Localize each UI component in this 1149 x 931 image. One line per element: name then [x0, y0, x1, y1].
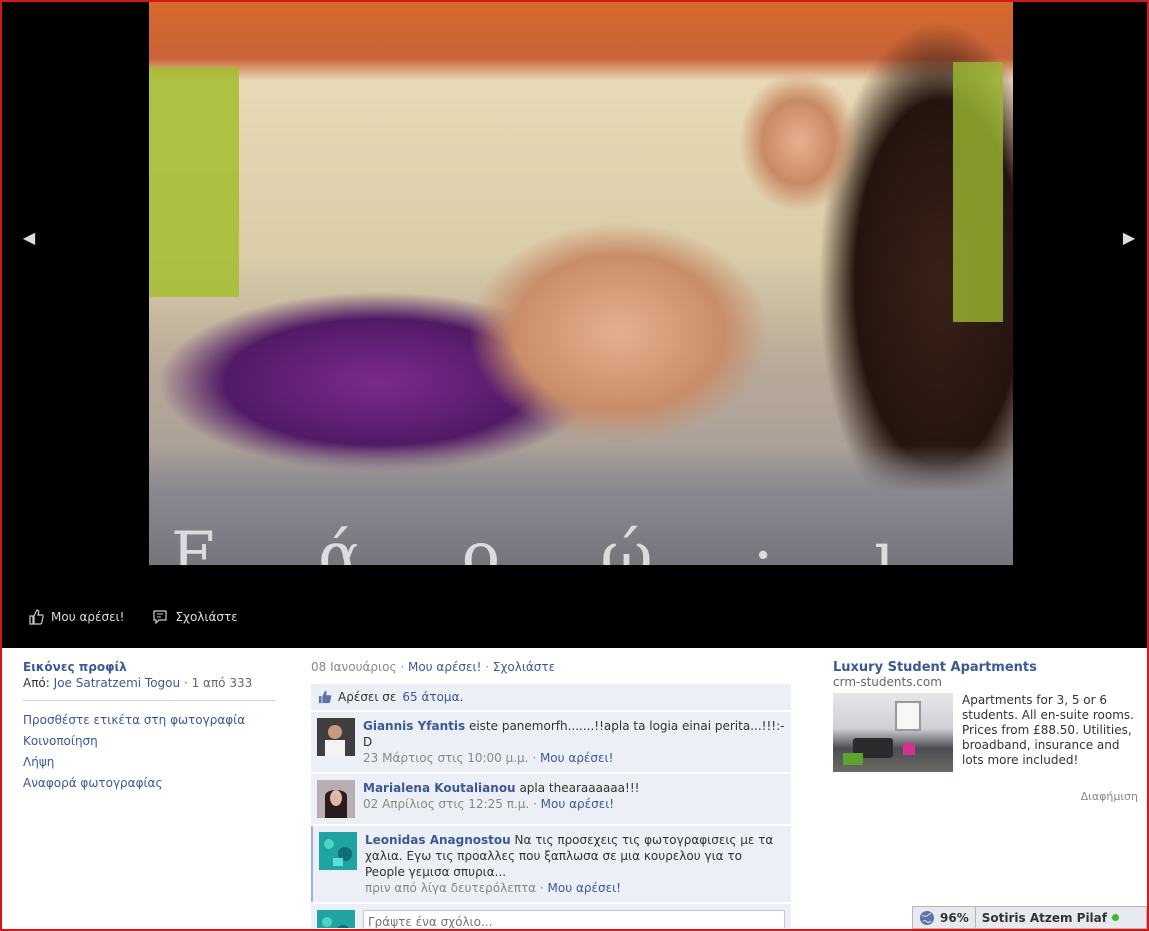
- from-label: Από:: [23, 676, 50, 690]
- chat-user[interactable]: Sotiris Atzem Pilaf: [976, 907, 1125, 928]
- likes-summary: Αρέσει σε 65 άτομα.: [311, 684, 791, 710]
- ad-domain: crm-students.com: [833, 675, 942, 689]
- photo-actions-list: Προσθέστε ετικέτα στη φωτογραφία Κοινοπο…: [23, 713, 275, 790]
- likes-prefix: Αρέσει σε: [338, 690, 397, 704]
- comment-bubble-icon: [153, 610, 168, 625]
- like-photo-button[interactable]: Μου αρέσει!: [28, 609, 124, 625]
- photo-meta-line: 08 Ιανουάριος · Μου αρέσει! · Σχολιάστε: [311, 660, 556, 674]
- comment-like-link[interactable]: Μου αρέσει!: [541, 797, 614, 811]
- comment-time: 23 Μάρτιος στις 10:00 μ.μ.: [363, 751, 529, 765]
- online-status-icon: [1112, 914, 1119, 921]
- comment-time: 02 Απρίλιος στις 12:25 π.μ.: [363, 797, 530, 811]
- ad-body[interactable]: Apartments for 3, 5 or 6 students. All e…: [833, 693, 1138, 772]
- ad-column: Luxury Student Apartments crm-students.c…: [833, 660, 1138, 803]
- photo[interactable]: Ε ά ο ώ · ι: [149, 2, 1013, 565]
- album-title-link[interactable]: Εικόνες προφίλ: [23, 660, 275, 674]
- comment-author-link[interactable]: Leonidas Anagnostou: [365, 833, 511, 847]
- thumbs-up-icon: [318, 690, 332, 704]
- ad-image-rug: [843, 753, 863, 765]
- photo-date: 08 Ιανουάριος: [311, 660, 397, 674]
- comment-like-link[interactable]: Μου αρέσει!: [548, 881, 621, 895]
- photo-viewer: Ε ά ο ώ · ι ◀ ▶ Μου αρέσει! Σχολιάστε: [2, 2, 1147, 648]
- comment-item: Giannis Yfantis eiste panemorfh.......!!…: [311, 712, 791, 772]
- feedback-column: 08 Ιανουάριος · Μου αρέσει! · Σχολιάστε …: [311, 660, 791, 928]
- comment-text: apla thearaaaaaa!!!: [519, 781, 640, 795]
- comment-input[interactable]: [363, 910, 785, 928]
- next-photo-arrow-icon[interactable]: ▶: [1119, 228, 1139, 248]
- network-status[interactable]: 96%: [913, 907, 976, 928]
- comment-composer: [311, 904, 791, 928]
- share-link[interactable]: Κοινοποίηση: [23, 734, 275, 748]
- photo-owner-line: Από: Joe Satratzemi Togou · 1 από 333: [23, 676, 253, 690]
- owner-link[interactable]: Joe Satratzemi Togou: [54, 676, 180, 690]
- thumbs-up-icon: [29, 609, 44, 625]
- likes-count-link[interactable]: 65 άτομα: [402, 690, 459, 704]
- photo-info-column: Εικόνες προφίλ Από: Joe Satratzemi Togou…: [23, 660, 275, 797]
- network-percent: 96%: [940, 910, 969, 925]
- photo-position: 1 από 333: [191, 676, 253, 690]
- meta-like-link[interactable]: Μου αρέσει!: [408, 660, 481, 674]
- photo-actions: Μου αρέσει! Σχολιάστε: [28, 609, 238, 625]
- likes-suffix: .: [459, 690, 464, 704]
- report-photo-link[interactable]: Αναφορά φωτογραφίας: [23, 776, 275, 790]
- photo-caption-overlay: Ε ά ο ώ · ι: [171, 519, 939, 565]
- download-link[interactable]: Λήψη: [23, 755, 275, 769]
- ad-sponsor-label[interactable]: Διαφήμιση: [833, 790, 1138, 803]
- comment-author-link[interactable]: Giannis Yfantis: [363, 719, 465, 733]
- avatar: [317, 910, 355, 928]
- chat-user-name: Sotiris Atzem Pilaf: [981, 910, 1107, 925]
- ad-image-cushion: [903, 743, 915, 755]
- chat-bar: 96% Sotiris Atzem Pilaf: [912, 906, 1147, 929]
- avatar[interactable]: [317, 718, 355, 756]
- photo-background-cushion-right: [953, 62, 1003, 322]
- comment-item: Marialena Koutalianou apla thearaaaaaa!!…: [311, 774, 791, 824]
- comment-like-link[interactable]: Μου αρέσει!: [540, 751, 613, 765]
- ad-text: Apartments for 3, 5 or 6 students. All e…: [962, 693, 1134, 767]
- ad-title-link[interactable]: Luxury Student Apartments: [833, 660, 1138, 675]
- avatar[interactable]: [317, 780, 355, 818]
- ad-image[interactable]: [833, 693, 953, 772]
- comment-photo-button[interactable]: Σχολιάστε: [152, 609, 238, 625]
- tag-photo-link[interactable]: Προσθέστε ετικέτα στη φωτογραφία: [23, 713, 275, 727]
- globe-icon: [920, 910, 934, 925]
- comment-time: πριν από λίγα δευτερόλεπτα: [365, 881, 537, 895]
- comment-photo-label: Σχολιάστε: [175, 610, 238, 624]
- like-photo-label: Μου αρέσει!: [51, 610, 125, 624]
- divider: [23, 700, 275, 701]
- ad-image-window: [895, 701, 921, 731]
- previous-photo-arrow-icon[interactable]: ◀: [19, 228, 39, 248]
- photo-background-cushion: [149, 67, 239, 297]
- meta-comment-link[interactable]: Σχολιάστε: [493, 660, 555, 674]
- comment-author-link[interactable]: Marialena Koutalianou: [363, 781, 516, 795]
- comment-item: Leonidas Anagnostou Να τις προσεχεις τις…: [311, 826, 791, 902]
- avatar[interactable]: [319, 832, 357, 870]
